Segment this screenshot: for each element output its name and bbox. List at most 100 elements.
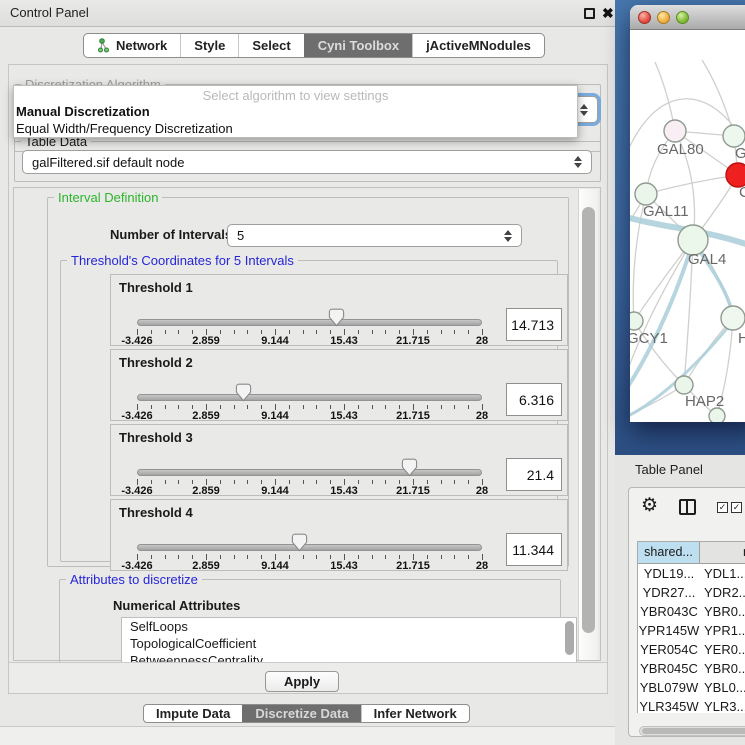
column-header-n[interactable]: n bbox=[700, 542, 745, 564]
slider-thumb[interactable] bbox=[401, 458, 418, 477]
slider-track[interactable] bbox=[137, 469, 482, 476]
numerical-attributes-label: Numerical Attributes bbox=[113, 598, 240, 613]
network-node[interactable] bbox=[721, 306, 745, 330]
table-row[interactable]: YBR045CYBR0... bbox=[638, 659, 745, 678]
vertical-scrollbar-thumb[interactable] bbox=[582, 207, 595, 633]
minimize-window-icon[interactable] bbox=[657, 11, 670, 24]
tab-label: Network bbox=[116, 38, 167, 53]
table-cell: YER0... bbox=[700, 640, 745, 659]
table-row[interactable]: YDR27...YDR2... bbox=[638, 583, 745, 602]
slider-tick bbox=[192, 330, 193, 334]
gear-icon[interactable]: ⚙ bbox=[641, 494, 658, 517]
table-row[interactable]: YER054CYER0... bbox=[638, 640, 745, 659]
vertical-scrollbar[interactable] bbox=[578, 189, 598, 660]
slider-tick bbox=[468, 330, 469, 334]
table-row[interactable]: YBL079WYBL0... bbox=[638, 678, 745, 697]
list-scrollbar-thumb[interactable] bbox=[565, 621, 574, 655]
table-row[interactable]: YDL19...YDL1... bbox=[638, 564, 745, 583]
slider-tick bbox=[399, 330, 400, 334]
slider-tick bbox=[303, 555, 304, 559]
tab-cyni-toolbox[interactable]: Cyni Toolbox bbox=[304, 34, 412, 57]
table-row[interactable]: YLR345WYLR3... bbox=[638, 697, 745, 713]
network-node[interactable] bbox=[709, 408, 725, 422]
tab-style[interactable]: Style bbox=[180, 34, 238, 57]
network-node-label: H bbox=[738, 330, 745, 347]
slider-thumb[interactable] bbox=[291, 533, 308, 552]
slider-thumb[interactable] bbox=[328, 308, 345, 327]
zoom-window-icon[interactable] bbox=[676, 11, 689, 24]
window-titlebar[interactable] bbox=[630, 5, 745, 30]
threshold-row-3: Threshold 3-3.4262.8599.14415.4321.71528… bbox=[110, 424, 568, 496]
slider-tick bbox=[468, 555, 469, 559]
slider-tick bbox=[330, 330, 331, 334]
network-node[interactable] bbox=[630, 312, 643, 330]
settings-scroll-area: Interval Definition Number of Intervals … bbox=[13, 187, 601, 661]
table-cell: YBR043C bbox=[638, 602, 700, 621]
slider-tick bbox=[151, 480, 152, 484]
close-panel-icon[interactable]: ✖ bbox=[602, 5, 614, 22]
slider-scale-label: 28 bbox=[476, 485, 488, 497]
slider-tick bbox=[330, 480, 331, 484]
table-row[interactable]: YPR145WYPR1... bbox=[638, 621, 745, 640]
slider-track[interactable] bbox=[137, 394, 482, 401]
horizontal-scrollbar[interactable] bbox=[639, 726, 745, 736]
checkbox-icon[interactable]: ✓ bbox=[731, 502, 742, 513]
tab-select[interactable]: Select bbox=[238, 34, 303, 57]
tab-infer-network[interactable]: Infer Network bbox=[361, 705, 469, 722]
horizontal-scrollbar-thumb[interactable] bbox=[642, 728, 745, 734]
slider-scale-label: -3.426 bbox=[121, 560, 152, 572]
algorithm-placeholder: Select algorithm to view settings bbox=[14, 86, 577, 103]
slider-tick bbox=[261, 480, 262, 484]
table-cell: YLR345W bbox=[638, 697, 700, 713]
node-table[interactable]: shared...nYDL19...YDL1...YDR27...YDR2...… bbox=[637, 541, 745, 713]
table-data-combobox[interactable]: galFiltered.sif default node bbox=[22, 150, 592, 174]
slider-tick bbox=[358, 480, 359, 484]
table-cell: YDL19... bbox=[638, 564, 700, 583]
attribute-item-topologicalcoefficient[interactable]: TopologicalCoefficient bbox=[122, 635, 576, 652]
network-node-label: GCY1 bbox=[630, 330, 668, 347]
network-node[interactable] bbox=[635, 183, 657, 205]
slider-tick bbox=[385, 480, 386, 484]
slider-tick bbox=[358, 405, 359, 409]
network-view[interactable]: GAL80GACGAL11GAL4GCY1HHAP2 bbox=[630, 30, 745, 422]
table-cell: YLR3... bbox=[700, 697, 745, 713]
slider-scale-label: 15.43 bbox=[330, 410, 358, 422]
threshold-value-box[interactable]: 14.713 bbox=[506, 308, 562, 341]
slider-scale-label: 9.144 bbox=[261, 335, 289, 347]
slider-track[interactable] bbox=[137, 544, 482, 551]
thresholds-groupbox: Threshold's Coordinates for 5 Intervals … bbox=[60, 260, 558, 562]
close-window-icon[interactable] bbox=[638, 11, 651, 24]
combobox-stepper-icon bbox=[580, 104, 588, 116]
columns-icon[interactable] bbox=[679, 499, 696, 515]
slider-tick bbox=[247, 480, 248, 484]
slider-tick bbox=[192, 480, 193, 484]
float-panel-icon[interactable] bbox=[584, 8, 595, 19]
number-of-intervals-combobox[interactable]: 5 bbox=[227, 224, 522, 247]
network-node[interactable] bbox=[675, 376, 693, 394]
table-row[interactable]: YBR043CYBR0... bbox=[638, 602, 745, 621]
slider-track[interactable] bbox=[137, 319, 482, 326]
slider-tick bbox=[316, 405, 317, 409]
algorithm-option-equal-width-frequency-discretization[interactable]: Equal Width/Frequency Discretization bbox=[14, 120, 577, 137]
network-node[interactable] bbox=[723, 125, 745, 147]
network-node-label: C bbox=[739, 184, 745, 201]
tab-jactivemnodules[interactable]: jActiveMNodules bbox=[412, 34, 544, 57]
slider-scale-label: 15.43 bbox=[330, 485, 358, 497]
slider-tick bbox=[151, 330, 152, 334]
slider-tick bbox=[303, 330, 304, 334]
apply-button[interactable]: Apply bbox=[265, 671, 339, 692]
column-header-shared[interactable]: shared... bbox=[638, 542, 700, 564]
network-node[interactable] bbox=[664, 120, 686, 142]
tab-network[interactable]: Network bbox=[84, 34, 180, 57]
attribute-item-selfloops[interactable]: SelfLoops bbox=[122, 618, 576, 635]
threshold-value-box[interactable]: 21.4 bbox=[506, 458, 562, 491]
tab-impute-data[interactable]: Impute Data bbox=[144, 705, 242, 722]
algorithm-option-manual-discretization[interactable]: Manual Discretization bbox=[14, 103, 577, 120]
threshold-value-box[interactable]: 11.344 bbox=[506, 533, 562, 566]
slider-tick bbox=[261, 405, 262, 409]
tab-discretize-data[interactable]: Discretize Data bbox=[242, 705, 360, 722]
threshold-value-box[interactable]: 6.316 bbox=[506, 383, 562, 416]
numerical-attributes-list[interactable]: SelfLoopsTopologicalCoefficientBetweenne… bbox=[121, 617, 577, 663]
checkbox-icon[interactable]: ✓ bbox=[717, 502, 728, 513]
slider-thumb[interactable] bbox=[235, 383, 252, 402]
